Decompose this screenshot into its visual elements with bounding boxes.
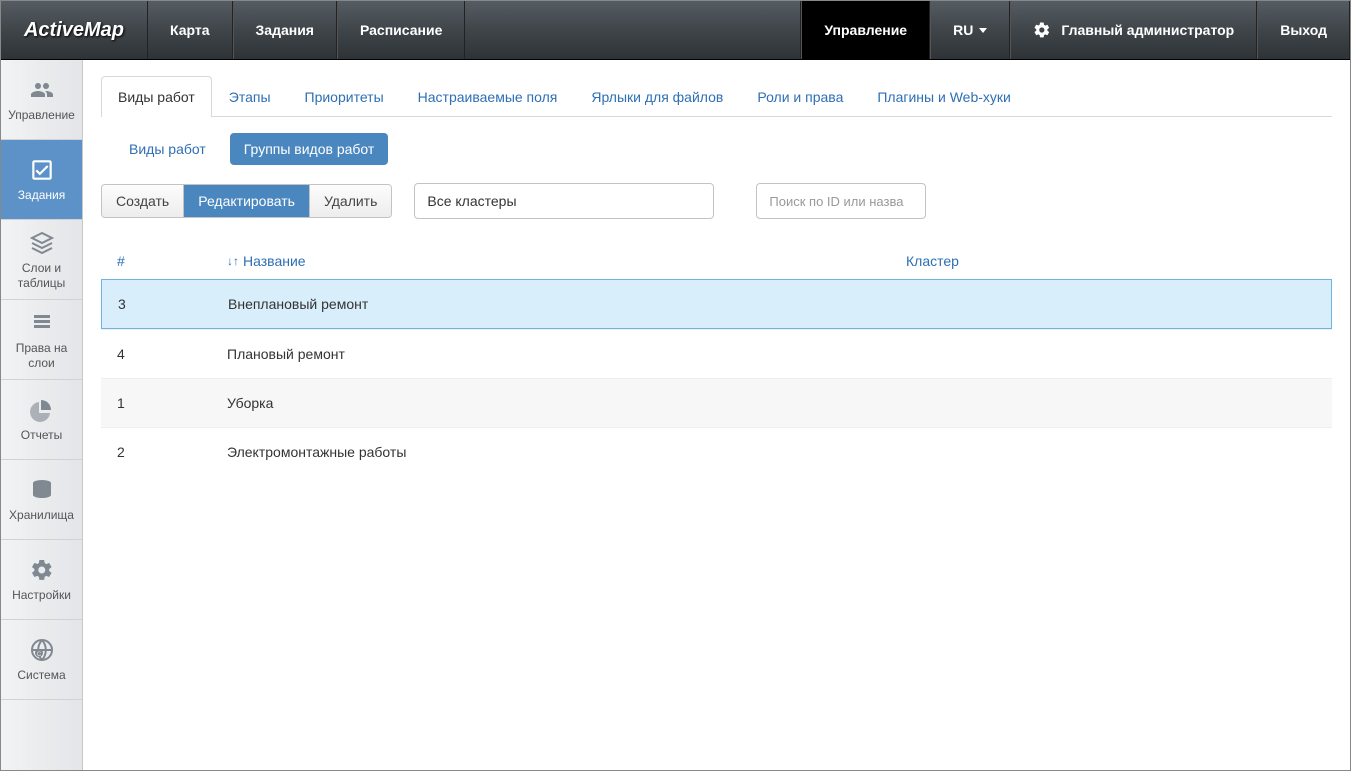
sort-asc-icon: ↓↑ xyxy=(227,254,239,268)
cell-name: Электромонтажные работы xyxy=(227,444,906,460)
sub-tabs: Виды работ Группы видов работ xyxy=(101,133,1332,165)
svg-text:C: C xyxy=(36,652,41,658)
sidebar-label: Отчеты xyxy=(21,428,62,442)
page-body: Управление Задания Слои и таблицы Права … xyxy=(1,60,1350,770)
layers-icon xyxy=(26,229,58,257)
users-icon xyxy=(26,76,58,104)
cell-name: Плановый ремонт xyxy=(227,346,906,362)
sidebar-item-storage[interactable]: Хранилища xyxy=(1,460,82,540)
main-tabs: Виды работ Этапы Приоритеты Настраиваемы… xyxy=(101,76,1332,117)
sidebar-item-layers[interactable]: Слои и таблицы xyxy=(1,220,82,300)
toolbar: Создать Редактировать Удалить xyxy=(101,183,1332,219)
table-row[interactable]: 1 Уборка xyxy=(101,378,1332,427)
top-nav: Карта Задания Расписание Управление RU Г… xyxy=(148,1,1350,59)
content-area: Виды работ Этапы Приоритеты Настраиваемы… xyxy=(83,60,1350,770)
sidebar-item-rights[interactable]: Права на слои xyxy=(1,300,82,380)
table-row[interactable]: 2 Электромонтажные работы xyxy=(101,427,1332,476)
gears-icon xyxy=(26,556,58,584)
nav-logout[interactable]: Выход xyxy=(1257,1,1350,59)
sidebar-label: Права на слои xyxy=(3,341,80,370)
sidebar-item-manage[interactable]: Управление xyxy=(1,60,82,140)
cell-id: 3 xyxy=(118,296,228,312)
database-icon xyxy=(26,476,58,504)
table-header: # ↓↑ Название Кластер xyxy=(101,243,1332,279)
tab-stages[interactable]: Этапы xyxy=(212,76,288,117)
nav-manage[interactable]: Управление xyxy=(801,1,930,59)
subtab-work-types[interactable]: Виды работ xyxy=(115,133,220,165)
tab-plugins[interactable]: Плагины и Web-хуки xyxy=(860,76,1027,117)
nav-language-label: RU xyxy=(953,22,973,38)
sidebar-label: Хранилища xyxy=(9,508,74,522)
crud-button-group: Создать Редактировать Удалить xyxy=(101,184,392,218)
create-button[interactable]: Создать xyxy=(102,185,184,217)
cell-id: 2 xyxy=(117,444,227,460)
cluster-filter[interactable] xyxy=(414,183,714,219)
cell-cluster xyxy=(906,444,1316,460)
sidebar-item-tasks[interactable]: Задания xyxy=(1,140,82,220)
tab-priorities[interactable]: Приоритеты xyxy=(288,76,401,117)
cell-cluster xyxy=(906,346,1316,362)
sidebar-item-system[interactable]: C Система xyxy=(1,620,82,700)
tab-custom-fields[interactable]: Настраиваемые поля xyxy=(401,76,575,117)
document-icon xyxy=(26,309,58,337)
header-name-label: Название xyxy=(243,253,306,269)
nav-spacer xyxy=(465,1,801,59)
header-name[interactable]: ↓↑ Название xyxy=(227,253,906,269)
top-bar: ActiveMap Карта Задания Расписание Управ… xyxy=(1,1,1350,60)
sidebar: Управление Задания Слои и таблицы Права … xyxy=(1,60,83,770)
search-input[interactable] xyxy=(756,183,926,219)
header-id[interactable]: # xyxy=(117,253,227,269)
header-cluster[interactable]: Кластер xyxy=(906,253,1316,269)
delete-button[interactable]: Удалить xyxy=(310,185,391,217)
table-row[interactable]: 4 Плановый ремонт xyxy=(101,329,1332,378)
tab-work-types[interactable]: Виды работ xyxy=(101,76,212,117)
nav-admin[interactable]: Главный администратор xyxy=(1010,1,1257,59)
checkbox-icon xyxy=(26,156,58,184)
edit-button[interactable]: Редактировать xyxy=(184,185,310,217)
sidebar-item-reports[interactable]: Отчеты xyxy=(1,380,82,460)
cell-name: Внеплановый ремонт xyxy=(228,296,905,312)
piechart-icon xyxy=(26,396,58,424)
sidebar-label: Задания xyxy=(18,188,65,202)
nav-admin-label: Главный администратор xyxy=(1061,22,1234,38)
globe-icon: C xyxy=(26,636,58,664)
cell-cluster xyxy=(906,395,1316,411)
nav-schedule[interactable]: Расписание xyxy=(337,1,465,59)
chevron-down-icon xyxy=(979,28,987,33)
nav-language[interactable]: RU xyxy=(930,1,1010,59)
sidebar-item-settings[interactable]: Настройки xyxy=(1,540,82,620)
tab-roles[interactable]: Роли и права xyxy=(740,76,860,117)
tab-file-labels[interactable]: Ярлыки для файлов xyxy=(574,76,740,117)
gear-icon xyxy=(1033,21,1051,39)
sidebar-label: Слои и таблицы xyxy=(3,261,80,290)
nav-map[interactable]: Карта xyxy=(148,1,233,59)
sidebar-label: Управление xyxy=(8,108,75,122)
cell-id: 4 xyxy=(117,346,227,362)
sidebar-label: Настройки xyxy=(12,588,71,602)
table-row[interactable]: 3 Внеплановый ремонт xyxy=(101,279,1332,329)
subtab-work-type-groups[interactable]: Группы видов работ xyxy=(230,133,389,165)
sidebar-label: Система xyxy=(17,668,65,682)
cell-cluster xyxy=(905,296,1315,312)
data-table: # ↓↑ Название Кластер 3 Внеплановый ремо… xyxy=(101,243,1332,476)
cell-id: 1 xyxy=(117,395,227,411)
cell-name: Уборка xyxy=(227,395,906,411)
nav-tasks[interactable]: Задания xyxy=(233,1,337,59)
app-logo: ActiveMap xyxy=(1,1,148,59)
